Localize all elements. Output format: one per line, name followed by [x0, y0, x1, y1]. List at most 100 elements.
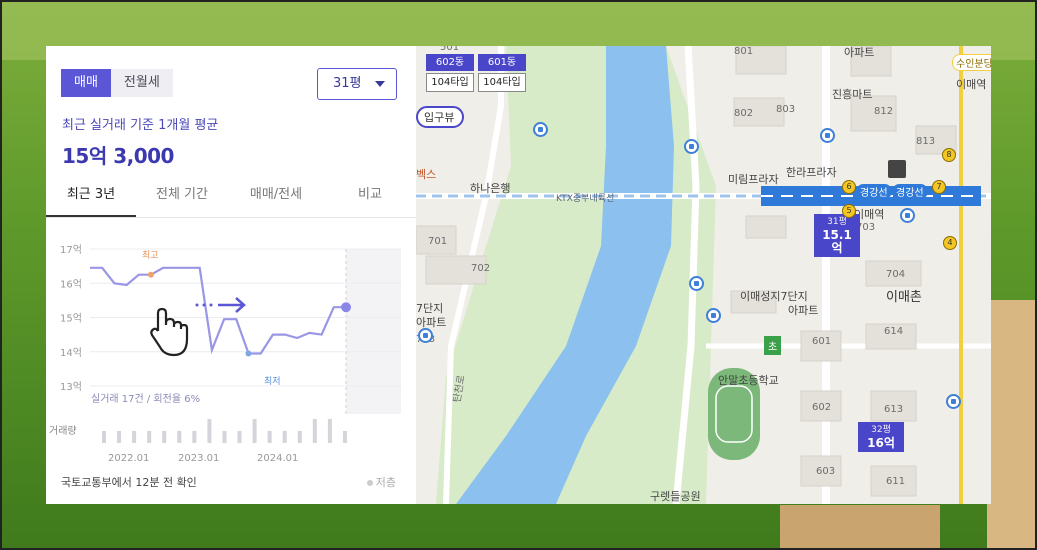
price-chart: 17억 16억 15억 14억 13억 최고 최저 실거래 17건 / 회전율 6% 거…	[49, 244, 401, 464]
map-label-beks: 벡스	[416, 168, 437, 181]
tab-recent-3y[interactable]: 최근 3년	[46, 182, 136, 217]
chart-forecast-area	[346, 249, 401, 414]
type-label: 104타입	[483, 77, 521, 88]
station-number-7: 7	[932, 180, 946, 194]
data-point	[245, 350, 252, 357]
volume-bar	[207, 419, 212, 443]
station-number-5: 5	[842, 204, 856, 218]
dong-marker-602[interactable]: 602동	[426, 54, 474, 71]
wood-block	[987, 300, 1037, 550]
school-flag-icon: 초	[764, 336, 782, 355]
bus-stop-icon[interactable]	[689, 276, 704, 291]
station-number-8: 8	[942, 148, 956, 162]
pyeong-select[interactable]: 31평	[317, 68, 397, 100]
swipe-hand-icon	[150, 307, 189, 357]
type-marker-602: 104타입	[426, 73, 474, 92]
bus-stop-icon[interactable]	[684, 139, 699, 154]
volume-bar	[327, 419, 332, 443]
map-label-green-park: 구렛들공원	[650, 490, 701, 503]
volume-bar	[102, 431, 106, 443]
bus-stop-icon[interactable]	[706, 308, 721, 323]
map-label-803: 803	[776, 104, 796, 115]
map-label-611: 611	[886, 476, 906, 487]
volume-bar	[192, 431, 197, 443]
map-label-601: 601	[812, 336, 832, 347]
map-label-gyeonggang: 경강선	[892, 184, 928, 199]
map-label-apt2: 아파트	[416, 316, 447, 329]
map-label-apt: 아파트	[844, 46, 875, 59]
map-label-jinheung: 진흥마트	[832, 88, 873, 101]
y-tick-label: 17억	[60, 244, 82, 256]
price-panel: 매매 전월세 31평 최근 실거래 기준 1개월 평균 15억 3,000 최근…	[46, 46, 416, 504]
dong-marker-601[interactable]: 601동	[478, 54, 526, 71]
map-label-602: 602	[812, 402, 832, 413]
volume-bar	[147, 431, 152, 443]
x-tick-label: 2022.01	[108, 453, 149, 464]
tab-sale-jeonse[interactable]: 매매/전세	[228, 182, 324, 217]
bus-stop-icon[interactable]	[900, 208, 915, 223]
map-label-801: 801	[734, 46, 754, 57]
volume-bar	[132, 431, 137, 443]
marker-pyeong: 31평	[827, 217, 847, 227]
map-label-imaechon: 이매촌	[886, 290, 922, 305]
station-number-6: 6	[842, 180, 856, 194]
avg-label: 최근 실거래 기준 1개월 평균	[62, 118, 219, 133]
pyeong-value: 31평	[333, 76, 362, 91]
y-tick-label: 15억	[60, 313, 82, 325]
volume-bar	[177, 431, 182, 443]
y-tick-label: 16억	[60, 278, 82, 290]
map-label-imae7-apt: 아파트	[788, 304, 819, 317]
map-label-813: 813	[916, 136, 936, 147]
price-marker-32[interactable]: 32평 16억	[858, 422, 904, 452]
price-line	[90, 266, 346, 355]
marker-pyeong: 32평	[871, 425, 891, 435]
map-label-802: 802	[734, 108, 754, 119]
bus-stop-icon[interactable]	[533, 122, 548, 137]
map-label-501: 501	[440, 46, 460, 53]
annot-high: 최고	[142, 250, 159, 261]
x-tick-label: 2024.01	[257, 453, 298, 464]
chevron-down-icon	[375, 81, 385, 87]
volume-bar	[222, 431, 227, 443]
station-number-4: 4	[943, 236, 957, 250]
wood-block-bottom	[780, 505, 940, 550]
volume-bar	[297, 431, 302, 443]
x-tick-label: 2023.01	[178, 453, 219, 464]
bus-stop-icon[interactable]	[820, 128, 835, 143]
volume-label: 거래량	[49, 425, 77, 437]
y-tick-label: 13억	[60, 381, 82, 393]
marker-price: 16억	[867, 436, 895, 450]
map-view[interactable]: 501 801 802 803 812 813 아파트 진흥마트 한라프라자 미…	[416, 46, 991, 504]
legend-low-floor: 저층	[366, 474, 396, 490]
volume-bar	[312, 419, 317, 443]
tab-sale[interactable]: 매매	[61, 69, 111, 97]
annot-low: 최저	[264, 376, 281, 387]
map-label-hanra: 한라프라자	[786, 166, 837, 179]
price-marker-31[interactable]: 31평 15.1억	[814, 214, 860, 257]
period-tabs: 최근 3년 전체 기간 매매/전세 비교	[46, 182, 416, 218]
legend-label: 저층	[375, 476, 396, 489]
volume-bar	[162, 431, 167, 443]
volume-bar	[342, 431, 347, 443]
marker-price: 15.1억	[822, 228, 852, 255]
map-label-701: 701	[428, 236, 448, 247]
tab-compare[interactable]: 비교	[324, 182, 416, 217]
avg-price: 15억 3,000	[62, 144, 174, 168]
data-point	[341, 302, 351, 313]
map-label-614: 614	[884, 326, 904, 337]
volume-bar	[117, 431, 122, 443]
legend-dot	[366, 480, 373, 486]
view-chip[interactable]: 입구뷰	[416, 106, 465, 128]
volume-bar	[252, 419, 257, 443]
tab-rent[interactable]: 전월세	[110, 69, 173, 97]
dong-label: 601동	[487, 57, 517, 68]
bus-stop-icon[interactable]	[418, 328, 433, 343]
tab-all-period[interactable]: 전체 기간	[136, 182, 228, 217]
bus-stop-icon[interactable]	[946, 394, 961, 409]
subway-station-icon[interactable]	[888, 160, 906, 178]
data-point	[147, 271, 154, 278]
map-label-603: 603	[816, 466, 836, 477]
map-label-702: 702	[471, 263, 491, 274]
type-label: 104타입	[431, 77, 469, 88]
data-source-note: 국토교통부에서 12분 전 확인	[61, 476, 197, 489]
